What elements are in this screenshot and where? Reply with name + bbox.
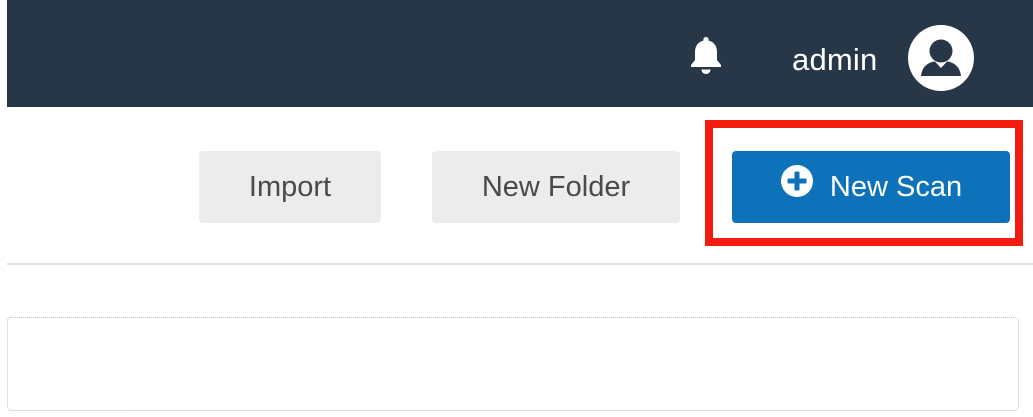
user-avatar-icon[interactable] bbox=[907, 24, 975, 92]
content-panel bbox=[7, 317, 1019, 411]
new-scan-highlight-box bbox=[705, 120, 1023, 246]
user-name-label[interactable]: admin bbox=[792, 40, 877, 80]
bell-icon[interactable] bbox=[686, 34, 726, 76]
import-button-label: Import bbox=[248, 171, 332, 203]
new-folder-button[interactable]: New Folder bbox=[432, 151, 680, 223]
page: admin Import New Folder New Scan bbox=[0, 0, 1033, 417]
top-navigation-bar bbox=[7, 0, 1033, 107]
toolbar-divider bbox=[7, 263, 1033, 265]
new-folder-button-label: New Folder bbox=[481, 171, 631, 203]
import-button[interactable]: Import bbox=[199, 151, 381, 223]
